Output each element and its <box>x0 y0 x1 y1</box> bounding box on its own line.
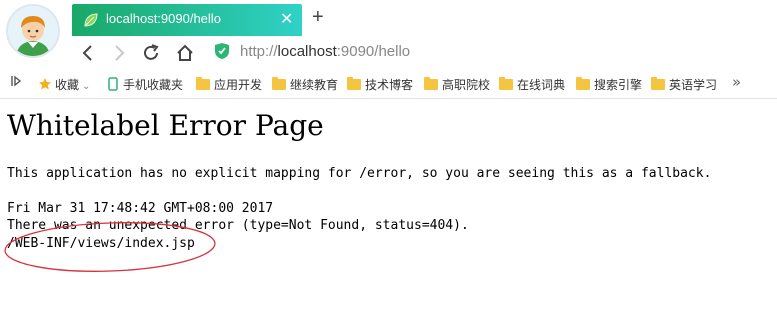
page-title: Whitelabel Error Page <box>7 109 324 142</box>
folder-icon <box>347 77 361 90</box>
home-icon <box>177 44 193 61</box>
security-shield-icon[interactable] <box>214 42 230 64</box>
bookmark-label: 继续教育 <box>290 78 339 92</box>
home-button[interactable] <box>175 43 195 63</box>
annotation-ellipse <box>4 222 216 272</box>
error-timestamp: Fri Mar 31 17:48:42 GMT+08:00 2017 <box>7 201 274 216</box>
bookmark-label: 搜索引擎 <box>594 78 643 92</box>
spring-leaf-icon <box>83 12 99 32</box>
arrow-right-icon <box>115 45 125 61</box>
bookmark-label: 高职院校 <box>442 78 491 92</box>
avatar-icon <box>8 6 58 56</box>
address-bar-input[interactable]: http://localhost:9090/hello <box>240 43 410 60</box>
bookmark-label: 应用开发 <box>214 78 263 92</box>
bookmark-label: 收藏 <box>55 78 80 92</box>
bookmark-label: 技术博客 <box>365 78 414 92</box>
url-host: localhost <box>277 43 337 60</box>
sidebar-toggle-button[interactable] <box>10 74 24 91</box>
bookmark-folder-colleges[interactable]: 高职院校 <box>424 76 490 93</box>
bookmark-folder-continuing-edu[interactable]: 继续教育 <box>272 76 338 93</box>
page-content: Whitelabel Error Page This application h… <box>0 99 777 316</box>
bookmark-folder-app-dev[interactable]: 应用开发 <box>196 76 262 93</box>
tab-close-icon[interactable]: ✕ <box>280 9 293 29</box>
arrow-left-icon <box>82 45 92 61</box>
user-avatar[interactable] <box>6 4 60 58</box>
bookmark-label: 英语学习 <box>669 78 718 92</box>
bookmark-folder-tech-blog[interactable]: 技术博客 <box>347 76 413 93</box>
folder-icon <box>499 77 513 90</box>
back-button[interactable] <box>78 43 98 63</box>
reload-button[interactable] <box>141 43 161 63</box>
forward-button[interactable] <box>109 43 129 63</box>
bookmark-label: 在线词典 <box>517 78 566 92</box>
chevron-down-icon: ⌄ <box>82 81 91 92</box>
tab-strip: localhost:9090/hello ✕ + <box>0 0 777 58</box>
folder-icon <box>576 77 590 90</box>
bookmarks-bar: 收藏 ⌄ 手机收藏夹 应用开发 继续教育 技术博客 高职院校 在线词典 搜索引擎 … <box>0 68 777 99</box>
reload-icon <box>144 44 159 60</box>
url-scheme: http:// <box>240 43 278 60</box>
tab-title: localhost:9090/hello <box>106 11 221 26</box>
folder-icon <box>424 77 438 90</box>
browser-tab-active[interactable]: localhost:9090/hello ✕ <box>72 4 302 36</box>
bookmark-label: 手机收藏夹 <box>123 78 184 92</box>
bookmark-folder-search-engines[interactable]: 搜索引擎 <box>576 76 642 93</box>
bookmark-mobile-favorites[interactable]: 手机收藏夹 <box>108 76 183 93</box>
star-icon <box>39 78 51 90</box>
sidebar-toggle-icon <box>11 75 22 87</box>
folder-icon <box>272 77 286 90</box>
new-tab-button[interactable]: + <box>312 6 324 29</box>
bookmark-favorites[interactable]: 收藏 ⌄ <box>38 76 90 93</box>
phone-icon <box>108 77 118 91</box>
bookmark-folder-english[interactable]: 英语学习 <box>651 76 717 93</box>
url-rest: :9090/hello <box>336 43 411 60</box>
navigation-bar: http://localhost:9090/hello <box>0 36 777 68</box>
bookmark-folder-online-dict[interactable]: 在线词典 <box>499 76 565 93</box>
folder-icon <box>651 77 665 90</box>
error-message: This application has no explicit mapping… <box>7 166 712 181</box>
folder-icon <box>196 77 210 90</box>
bookmarks-overflow-button[interactable]: » <box>732 73 741 91</box>
